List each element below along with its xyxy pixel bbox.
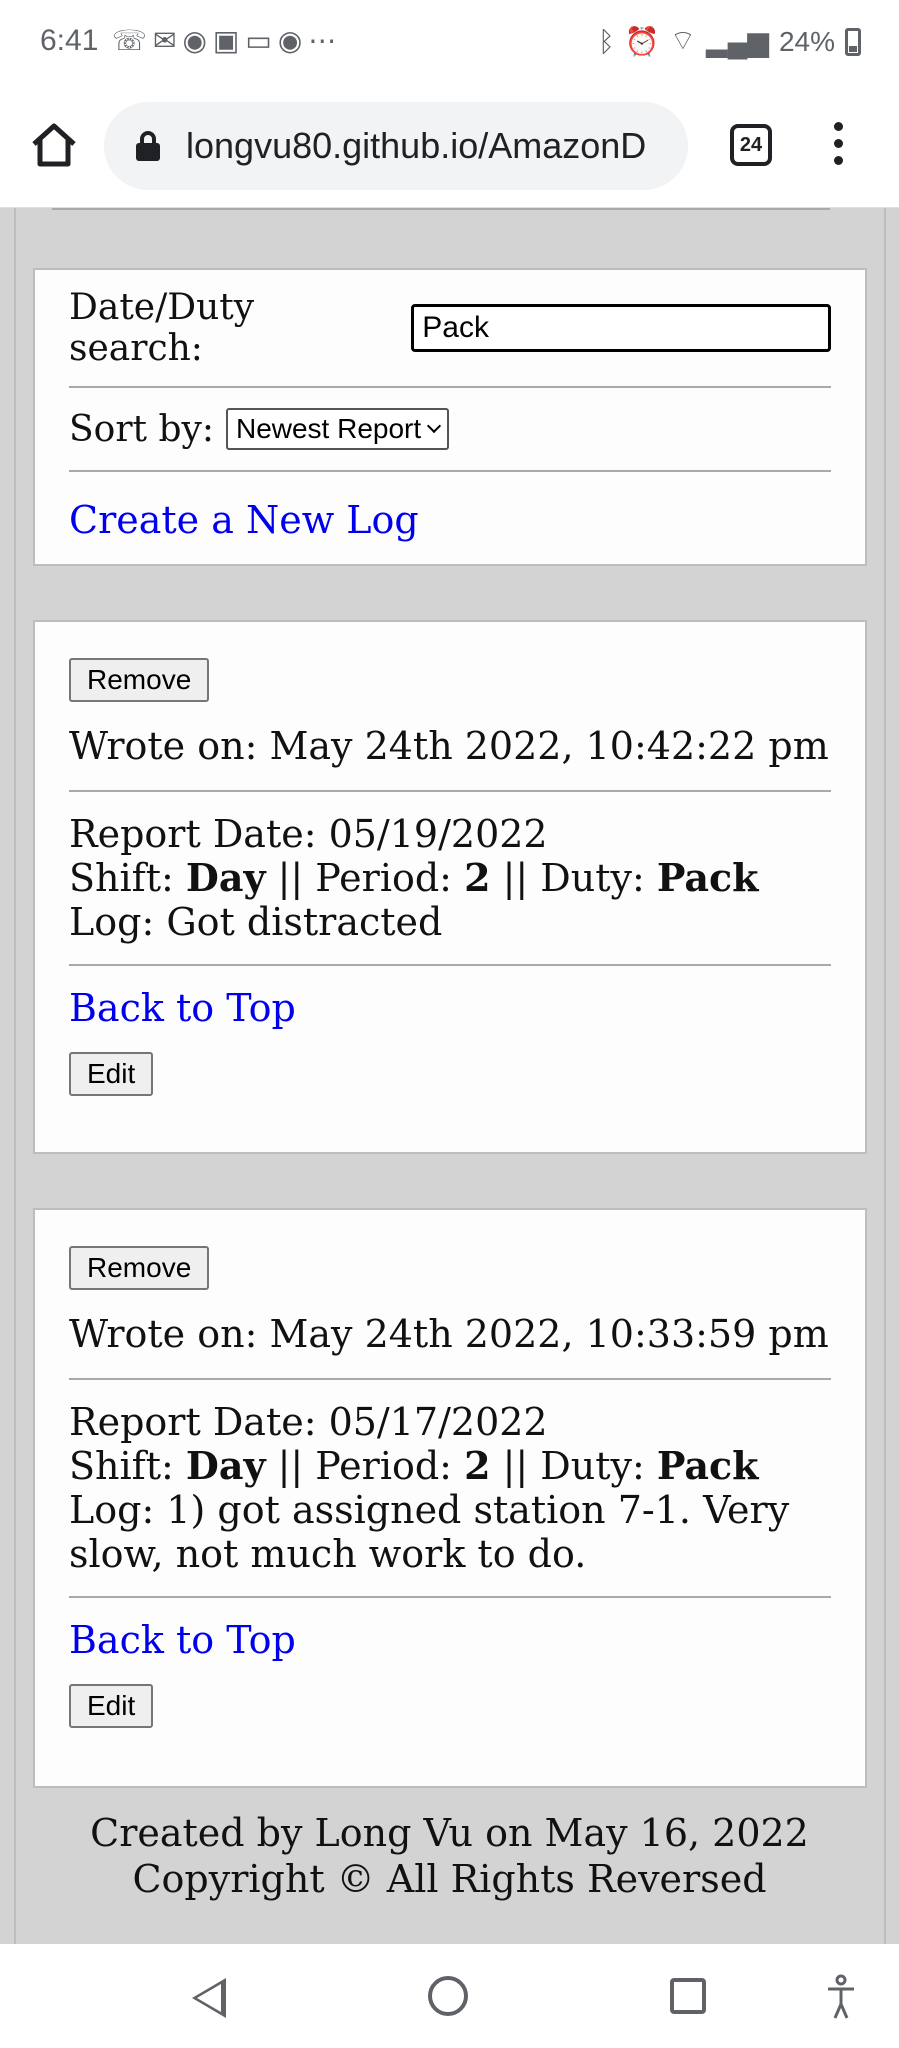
bluetooth-icon: ᛒ [598,25,615,57]
report-date: Report Date: 05/19/2022 [69,812,548,856]
edit-button[interactable]: Edit [69,1684,154,1728]
search-input[interactable] [411,304,831,352]
shift-value: Day [185,1443,266,1488]
shift-line: Shift: Day || Period: 2 || Duty: Pack [69,855,759,901]
signal-icon: ▂▄▆ [706,26,769,57]
sort-row: Sort by: Newest Report [69,388,831,470]
tab-switcher-button[interactable]: 24 [730,124,772,166]
search-panel: Date/Duty search: Sort by: Newest Report… [33,268,867,566]
address-bar[interactable]: longvu80.github.io/AmazonD [104,102,688,190]
period-value: 2 [464,1443,491,1488]
report-details: Report Date: 05/19/2022 Shift: Day || Pe… [69,792,831,964]
log-text: Log: Got distracted [69,900,443,944]
notification-icons: ☏✉◉▣▭◉⋯ [112,24,342,57]
period-value: 2 [464,855,491,900]
image-icon: ▣ [212,25,246,56]
log-text: Log: 1) got assigned station 7-1. Very s… [69,1488,790,1576]
home-nav-icon[interactable] [428,1976,468,2016]
footer-credit: Created by Long Vu on May 16, 2022 [90,1811,809,1855]
gmail-icon: ✉ [153,25,183,56]
more-icon: ⋯ [308,25,343,56]
duty-value: Pack [656,1443,759,1488]
recent-apps-icon[interactable] [670,1978,706,2014]
system-icons: ᛒ ⏰ ⌔ ▂▄▆ 24% [598,24,861,59]
create-new-log-link[interactable]: Create a New Log [69,498,419,542]
duty-value: Pack [656,855,759,900]
remove-button[interactable]: Remove [69,658,210,702]
back-to-top-link[interactable]: Back to Top [69,986,296,1030]
app-icon: ◉ [182,25,213,56]
home-icon[interactable] [28,118,80,170]
shift-value: Day [185,855,266,900]
log-card: Remove Wrote on: May 24th 2022, 10:33:59… [33,1208,867,1788]
more-menu-icon[interactable] [826,118,850,174]
sort-label: Sort by: [69,408,214,450]
back-icon[interactable] [192,1978,226,2018]
sort-selected-value: Newest Report [235,413,422,444]
status-time: 6:41 [40,24,99,57]
battery-icon [845,27,861,56]
wifi-icon: ⌔ [669,25,697,56]
alarm-icon: ⏰ [624,26,660,57]
accessibility-icon[interactable] [826,1974,856,2020]
report-date: Report Date: 05/17/2022 [69,1400,548,1444]
page-footer: Created by Long Vu on May 16, 2022 Copyr… [0,1810,899,1902]
divider [52,208,830,210]
chevron-down-icon [427,418,442,434]
shift-line: Shift: Day || Period: 2 || Duty: Pack [69,1443,759,1489]
system-nav-bar [0,1944,899,2048]
remove-button[interactable]: Remove [69,1246,210,1290]
screen-icon: ▭ [245,25,278,56]
battery-percent: 24% [778,25,835,57]
back-to-top-link[interactable]: Back to Top [69,1618,296,1662]
log-card: Remove Wrote on: May 24th 2022, 10:42:22… [33,620,867,1154]
report-details: Report Date: 05/17/2022 Shift: Day || Pe… [69,1380,831,1596]
app-icon: ◉ [277,25,309,56]
sort-select[interactable]: Newest Report [225,408,450,450]
wrote-on-text: Wrote on: May 24th 2022, 10:33:59 pm [69,1312,829,1356]
status-bar: 6:41 ☏✉◉▣▭◉⋯ ᛒ ⏰ ⌔ ▂▄▆ 24% [0,0,899,88]
lock-icon [136,131,160,161]
edit-button[interactable]: Edit [69,1052,154,1096]
search-label: Date/Duty search: [69,287,255,369]
url-text[interactable]: longvu80.github.io/AmazonD [186,125,646,167]
browser-toolbar: longvu80.github.io/AmazonD 24 [0,88,899,208]
footer-copyright: Copyright © All Rights Reversed [132,1857,767,1901]
missed-call-icon: ☏ [112,25,154,56]
wrote-on-text: Wrote on: May 24th 2022, 10:42:22 pm [69,724,829,768]
search-row: Date/Duty search: [69,270,831,386]
